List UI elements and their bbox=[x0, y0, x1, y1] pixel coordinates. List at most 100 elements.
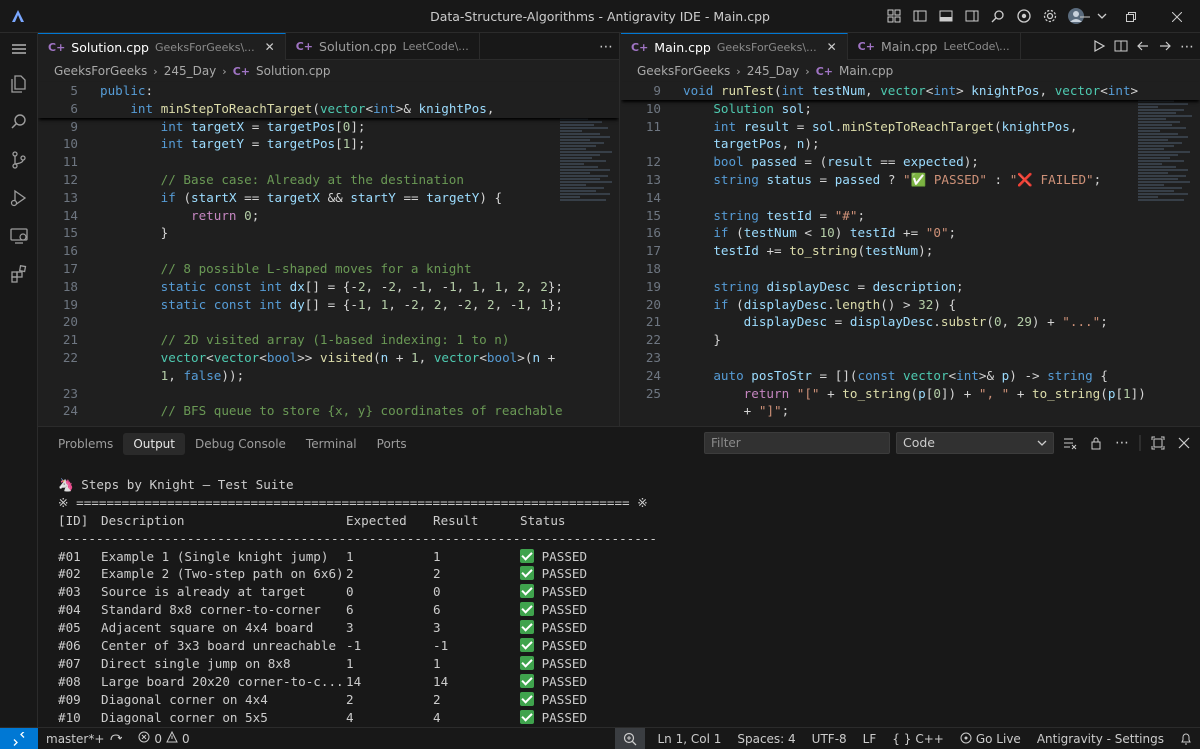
arrow-right-icon[interactable] bbox=[1158, 39, 1172, 56]
code-line[interactable]: 14 bbox=[621, 189, 1200, 207]
settings-indicator[interactable]: Antigravity - Settings bbox=[1029, 732, 1172, 746]
code-line[interactable]: 19 string displayDesc = description; bbox=[621, 278, 1200, 296]
tab-solution-cpp-gfg[interactable]: C+ Solution.cpp GeeksForGeeks\... ✕ bbox=[38, 33, 286, 60]
maximize-panel-icon[interactable] bbox=[1148, 433, 1168, 453]
remote-indicator-icon[interactable] bbox=[0, 727, 38, 749]
code-line[interactable]: 25 return "[" + to_string(p[0]) + ", " +… bbox=[621, 385, 1200, 403]
code-line[interactable]: 22 vector<vector<bool>> visited(n + 1, v… bbox=[38, 349, 619, 367]
code-line[interactable]: 16 bbox=[38, 242, 619, 260]
code-line[interactable]: 9 int targetX = targetPos[0]; bbox=[38, 118, 619, 136]
branch-indicator[interactable]: master*+ bbox=[38, 732, 130, 746]
code-line[interactable]: 12 bool passed = (result == expected); bbox=[621, 153, 1200, 171]
close-icon[interactable]: ✕ bbox=[827, 40, 837, 54]
menu-icon[interactable] bbox=[0, 33, 38, 65]
more-actions-icon[interactable]: ⋯ bbox=[1112, 433, 1132, 453]
code-line[interactable]: 13 string status = passed ? "✅ PASSED" :… bbox=[621, 171, 1200, 189]
code-line[interactable]: 15 } bbox=[38, 224, 619, 242]
panel-tab-debug-console[interactable]: Debug Console bbox=[185, 433, 296, 455]
tab-solution-cpp-leetcode[interactable]: C+ Solution.cpp LeetCode\... bbox=[286, 33, 480, 60]
code-line[interactable]: 14 return 0; bbox=[38, 207, 619, 225]
code-line[interactable]: 18 static const int dx[] = {-2, -2, -1, … bbox=[38, 278, 619, 296]
code-line[interactable]: 12 // Base case: Already at the destinat… bbox=[38, 171, 619, 189]
encoding[interactable]: UTF-8 bbox=[804, 732, 855, 746]
end-of-line[interactable]: LF bbox=[855, 732, 885, 746]
explorer-icon[interactable] bbox=[0, 65, 38, 103]
split-editor-icon[interactable] bbox=[1114, 39, 1128, 56]
code-line[interactable]: 13 if (startX == targetX && startY == ta… bbox=[38, 189, 619, 207]
code-line[interactable]: 19 static const int dy[] = {-1, 1, -2, 2… bbox=[38, 296, 619, 314]
code-line[interactable]: 15 string testId = "#"; bbox=[621, 207, 1200, 225]
code-line[interactable]: 23 bbox=[38, 385, 619, 403]
filter-input[interactable]: Filter bbox=[704, 432, 890, 454]
code-line[interactable]: 16 if (testNum < 10) testId += "0"; bbox=[621, 224, 1200, 242]
close-icon[interactable]: ✕ bbox=[265, 40, 275, 54]
restore-icon[interactable] bbox=[1108, 0, 1154, 33]
customize-layout-icon[interactable] bbox=[884, 6, 904, 26]
browser-icon[interactable] bbox=[1014, 6, 1034, 26]
language-mode[interactable]: { } C++ bbox=[884, 732, 952, 746]
code-line[interactable]: 11 bbox=[38, 153, 619, 171]
remote-explorer-icon[interactable] bbox=[0, 217, 38, 255]
output-channel-select[interactable]: Code bbox=[896, 432, 1054, 454]
go-live-button[interactable]: Go Live bbox=[952, 732, 1029, 747]
code-line[interactable]: 6 int minStepToReachTarget(vector<int>& … bbox=[38, 100, 619, 118]
code-line[interactable]: 24 auto posToStr = [](const vector<int>&… bbox=[621, 367, 1200, 385]
code-line[interactable]: 21 displayDesc = displayDesc.substr(0, 2… bbox=[621, 313, 1200, 331]
code-editor[interactable]: 5 public: 6 int minStepToReachTarget(vecto… bbox=[38, 82, 619, 420]
code-line[interactable]: 20 if (displayDesc.length() > 32) { bbox=[621, 296, 1200, 314]
more-actions-icon[interactable]: ⋯ bbox=[599, 39, 613, 55]
code-line[interactable]: 10 int targetY = targetPos[1]; bbox=[38, 135, 619, 153]
breadcrumb-item[interactable]: 245_Day bbox=[164, 64, 217, 78]
sticky-scroll[interactable]: 9 void runTest(int testNum, vector<int> k… bbox=[621, 82, 1200, 100]
close-icon[interactable] bbox=[1174, 433, 1194, 453]
source-control-icon[interactable] bbox=[0, 141, 38, 179]
toggle-secondary-sidebar-icon[interactable] bbox=[962, 6, 982, 26]
sticky-scroll[interactable]: 5 public: 6 int minStepToReachTarget(vecto… bbox=[38, 82, 619, 118]
code-line[interactable]: 20 bbox=[38, 313, 619, 331]
zoom-icon[interactable] bbox=[615, 728, 646, 749]
code-line[interactable]: 22 } bbox=[621, 331, 1200, 349]
output-log[interactable]: 🦄 Steps by Knight — Test Suite ※ =======… bbox=[58, 476, 657, 726]
panel-tab-output[interactable]: Output bbox=[123, 432, 185, 455]
panel-tab-ports[interactable]: Ports bbox=[367, 433, 417, 455]
clear-output-icon[interactable] bbox=[1060, 433, 1080, 453]
lock-icon[interactable] bbox=[1086, 433, 1106, 453]
panel-tab-problems[interactable]: Problems bbox=[48, 433, 123, 455]
tab-main-cpp-leetcode[interactable]: C+ Main.cpp LeetCode\... bbox=[848, 33, 1021, 60]
code-line[interactable]: 9 void runTest(int testNum, vector<int> k… bbox=[621, 82, 1200, 100]
code-line[interactable]: 18 bbox=[621, 260, 1200, 278]
tab-main-cpp-gfg[interactable]: C+ Main.cpp GeeksForGeeks\... ✕ bbox=[621, 33, 848, 60]
gear-icon[interactable] bbox=[1040, 6, 1060, 26]
close-icon[interactable] bbox=[1154, 0, 1200, 33]
code-line[interactable]: 24 // BFS queue to store {x, y} coordina… bbox=[38, 402, 619, 420]
breadcrumb-item[interactable]: GeeksForGeeks bbox=[637, 64, 730, 78]
run-debug-icon[interactable] bbox=[0, 179, 38, 217]
breadcrumb-item[interactable]: Main.cpp bbox=[839, 64, 893, 78]
panel-tab-terminal[interactable]: Terminal bbox=[296, 433, 367, 455]
search-icon[interactable] bbox=[0, 103, 38, 141]
breadcrumb-item[interactable]: Solution.cpp bbox=[256, 64, 331, 78]
indentation[interactable]: Spaces: 4 bbox=[729, 732, 803, 746]
breadcrumb-item[interactable]: GeeksForGeeks bbox=[54, 64, 147, 78]
notifications-icon[interactable] bbox=[1172, 733, 1200, 745]
code-line[interactable]: + "]"; bbox=[621, 402, 1200, 420]
code-line[interactable]: 17 testId += to_string(testNum); bbox=[621, 242, 1200, 260]
arrow-left-icon[interactable] bbox=[1136, 39, 1150, 56]
code-line[interactable]: 21 // 2D visited array (1-based indexing… bbox=[38, 331, 619, 349]
problems-indicator[interactable]: 0 0 bbox=[130, 730, 197, 746]
toggle-panel-icon[interactable] bbox=[936, 6, 956, 26]
code-line[interactable]: 1, false)); bbox=[38, 367, 619, 385]
code-line[interactable]: 10 Solution sol; bbox=[621, 100, 1200, 118]
code-line[interactable]: 17 // 8 possible L-shaped moves for a kn… bbox=[38, 260, 619, 278]
code-line[interactable]: targetPos, n); bbox=[621, 135, 1200, 153]
more-actions-icon[interactable]: ⋯ bbox=[1180, 39, 1194, 55]
cursor-position[interactable]: Ln 1, Col 1 bbox=[645, 732, 729, 746]
run-icon[interactable] bbox=[1092, 39, 1106, 56]
toggle-sidebar-icon[interactable] bbox=[910, 6, 930, 26]
minimap[interactable] bbox=[1138, 82, 1198, 232]
minimize-icon[interactable] bbox=[1062, 0, 1108, 33]
code-editor[interactable]: 9 void runTest(int testNum, vector<int> k… bbox=[621, 82, 1200, 420]
search-icon[interactable] bbox=[988, 6, 1008, 26]
extensions-icon[interactable] bbox=[0, 255, 38, 293]
breadcrumb-item[interactable]: 245_Day bbox=[747, 64, 800, 78]
